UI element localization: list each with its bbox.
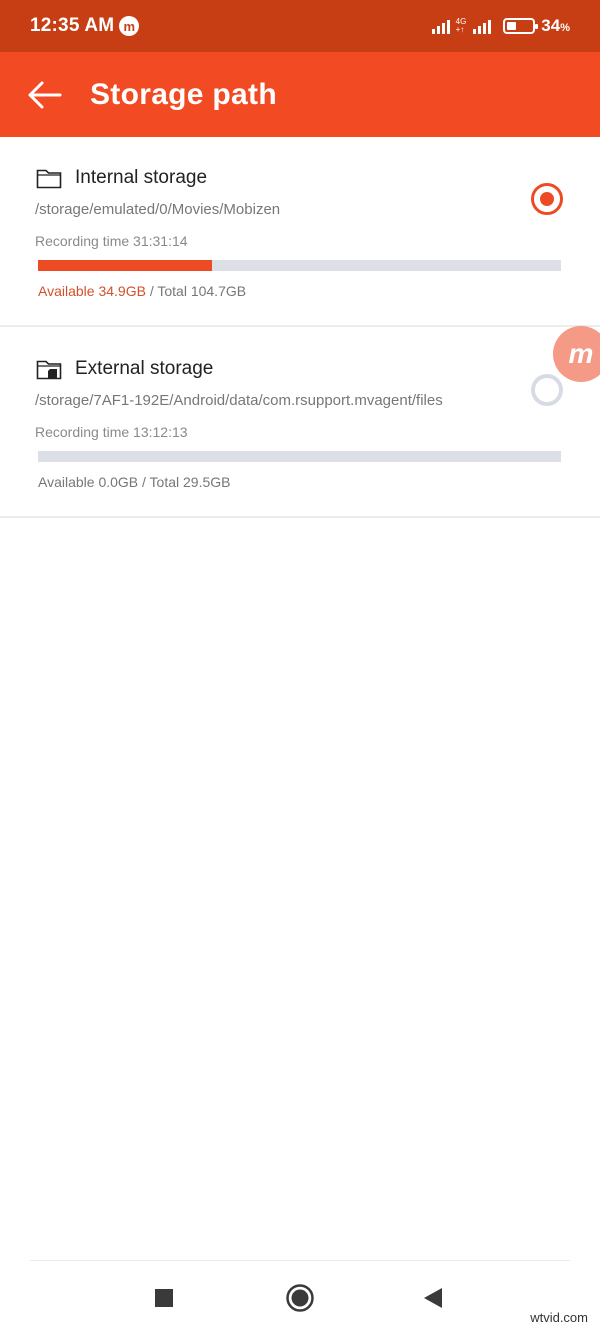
available-space: Available 34.9GB: [38, 283, 146, 299]
storage-item-header: Internal storage: [36, 167, 207, 189]
status-indicators: 4G +↑ 34%: [431, 16, 570, 36]
battery-percent: 34%: [541, 16, 570, 36]
storage-item-header: External storage: [36, 358, 213, 380]
sd-card-folder-icon: [36, 360, 62, 380]
home-button[interactable]: [283, 1281, 317, 1315]
battery-value: 34: [541, 16, 561, 35]
network-type-icon: 4G +↑: [456, 18, 467, 34]
folder-icon: [36, 169, 62, 189]
page-title: Storage path: [90, 77, 277, 111]
nav-back-button[interactable]: [416, 1281, 450, 1315]
navigation-bar: [0, 1261, 600, 1333]
signal-icon: [431, 18, 450, 34]
external-storage-option[interactable]: External storage /storage/7AF1-192E/Andr…: [0, 328, 600, 518]
storage-capacity: Available 34.9GB / Total 104.7GB: [38, 283, 246, 299]
storage-path: /storage/7AF1-192E/Android/data/com.rsup…: [35, 392, 443, 409]
circle-icon: [286, 1284, 314, 1312]
battery-icon: [503, 18, 539, 34]
storage-title: External storage: [75, 358, 214, 379]
storage-usage-bar: [38, 260, 561, 271]
status-bar: 12:35 AM m 4G +↑ 34%: [0, 0, 600, 52]
available-space: Available 0.0GB: [38, 474, 139, 490]
square-icon: [155, 1289, 173, 1307]
watermark: wtvid.com: [530, 1310, 588, 1325]
total-space: / Total 104.7GB: [145, 283, 247, 299]
internal-storage-radio[interactable]: [531, 183, 563, 215]
recents-button[interactable]: [147, 1281, 181, 1315]
storage-capacity: Available 0.0GB / Total 29.5GB: [38, 474, 231, 490]
status-time: 12:35 AM: [30, 15, 115, 36]
storage-usage-bar: [38, 451, 561, 462]
triangle-left-icon: [424, 1288, 442, 1308]
toolbar: Storage path: [0, 52, 600, 137]
recording-time: Recording time 13:12:13: [35, 424, 188, 440]
back-button[interactable]: [18, 69, 70, 121]
internal-storage-option[interactable]: Internal storage /storage/emulated/0/Mov…: [0, 137, 600, 327]
network-activity-label: +↑: [455, 25, 465, 34]
storage-path: /storage/emulated/0/Movies/Mobizen: [35, 201, 281, 218]
recording-time: Recording time 31:31:14: [35, 233, 188, 249]
mobizen-status-icon: m: [119, 16, 140, 36]
total-space: / Total 29.5GB: [138, 474, 231, 490]
external-storage-radio[interactable]: [531, 374, 563, 406]
storage-usage-fill: [38, 260, 213, 271]
storage-title: Internal storage: [75, 167, 208, 188]
mobizen-floating-bubble[interactable]: m: [553, 326, 600, 382]
battery-unit: %: [560, 22, 570, 34]
arrow-left-icon: [28, 81, 62, 108]
signal-icon-secondary: [473, 18, 492, 34]
